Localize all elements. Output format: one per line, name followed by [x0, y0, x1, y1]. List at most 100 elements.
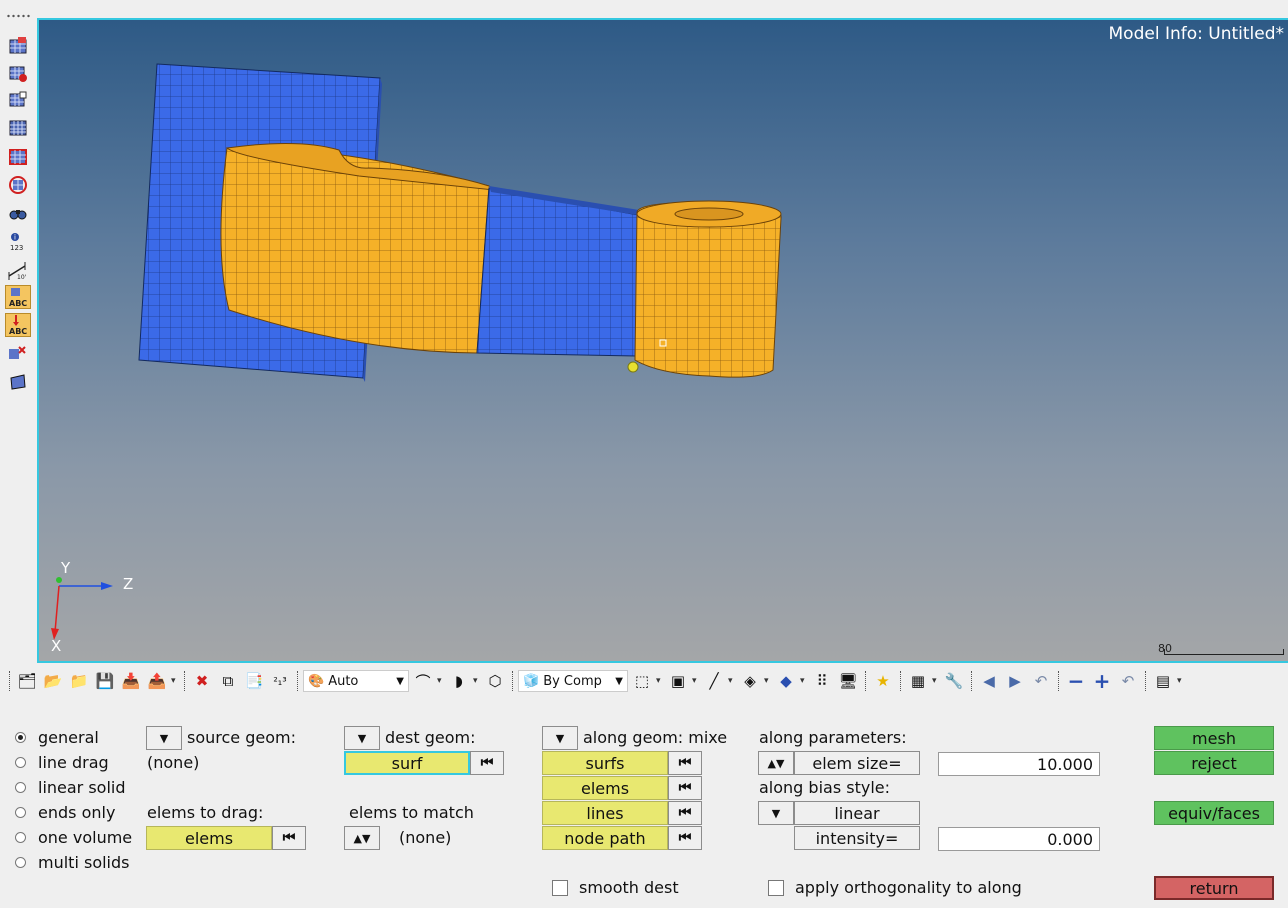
equiv-faces-button[interactable]: equiv/faces — [1154, 801, 1274, 825]
chevron-down-icon[interactable]: ▾ — [171, 676, 179, 686]
chevron-down-icon[interactable]: ▾ — [764, 676, 772, 686]
measure-distance-icon[interactable]: 10' — [5, 258, 31, 282]
bias-style-dropdown[interactable]: ▼ — [758, 801, 794, 825]
radio-line-drag[interactable] — [15, 757, 26, 768]
reset-along-lines-icon[interactable]: ⏮ — [668, 801, 702, 825]
chevron-down-icon[interactable]: ▾ — [473, 676, 481, 686]
along-elems-button[interactable]: elems — [542, 776, 668, 800]
reset-node-path-icon[interactable]: ⏮ — [668, 826, 702, 850]
chevron-down-icon[interactable]: ▾ — [692, 676, 700, 686]
layer-icon[interactable]: ◆ — [774, 669, 798, 693]
mesh-edges-icon[interactable] — [5, 145, 31, 169]
dest-surf-button[interactable]: surf — [344, 751, 470, 775]
elem-size-toggle[interactable]: ▲▼ — [758, 751, 794, 775]
minus-icon[interactable]: − — [1064, 669, 1088, 693]
export-icon[interactable]: 📥 — [119, 669, 143, 693]
elem-size-button[interactable]: elem size= — [794, 751, 920, 775]
chevron-down-icon[interactable]: ▾ — [437, 676, 445, 686]
radio-one-volume[interactable] — [15, 832, 26, 843]
chevron-down-icon[interactable]: ▾ — [932, 676, 940, 686]
along-geom-label: along geom: mixe — [583, 728, 728, 747]
copy-icon[interactable]: ⧉ — [216, 669, 240, 693]
star-icon[interactable]: ★ — [871, 669, 895, 693]
organize-icon[interactable]: 📑 — [242, 669, 266, 693]
elems-to-drag-button[interactable]: elems — [146, 826, 272, 850]
grid-icon[interactable]: ⠿ — [810, 669, 834, 693]
along-surfs-button[interactable]: surfs — [542, 751, 668, 775]
window-icon[interactable]: ▦ — [906, 669, 930, 693]
radio-linear-solid[interactable] — [15, 782, 26, 793]
chevron-down-icon[interactable]: ▾ — [1177, 676, 1185, 686]
radio-label: general — [38, 728, 99, 747]
reset-along-elems-icon[interactable]: ⏮ — [668, 776, 702, 800]
chevron-down-icon[interactable]: ▾ — [728, 676, 736, 686]
radio-ends-only[interactable] — [15, 807, 26, 818]
toolbar-grip[interactable] — [6, 14, 30, 18]
delete-icon[interactable]: ✖ — [190, 669, 214, 693]
arrow-right-icon[interactable]: ▶ — [1003, 669, 1027, 693]
plane-icon[interactable]: ◈ — [738, 669, 762, 693]
source-geom-dropdown[interactable]: ▼ — [146, 726, 182, 750]
chevron-down-icon[interactable]: ▾ — [656, 676, 664, 686]
toolbar-grip[interactable] — [9, 671, 10, 691]
curve-icon[interactable]: ⌒ — [411, 669, 435, 693]
elem-size-field[interactable]: 10.000 — [938, 752, 1100, 776]
import-icon[interactable]: 📂 — [41, 669, 65, 693]
toolbar-separator — [865, 671, 866, 691]
page-layout-icon[interactable]: ▤ — [1151, 669, 1175, 693]
line-icon[interactable]: ╱ — [702, 669, 726, 693]
along-node-path-button[interactable]: node path — [542, 826, 668, 850]
apply-orthogonality-checkbox[interactable] — [768, 880, 784, 896]
vis-mode-dropdown[interactable]: 🎨 Auto ▼ — [303, 670, 409, 692]
wireframe-cube-icon[interactable]: ⬚ — [630, 669, 654, 693]
chevron-down-icon[interactable]: ▾ — [800, 676, 808, 686]
redo-icon[interactable]: ↶ — [1116, 669, 1140, 693]
solid-cube-icon[interactable]: ⬡ — [483, 669, 507, 693]
mesh-red-icon[interactable] — [5, 61, 31, 85]
intensity-field[interactable]: 0.000 — [938, 827, 1100, 851]
mesh-shaded-icon[interactable] — [5, 88, 31, 112]
reset-dest-geom-icon[interactable]: ⏮ — [470, 751, 504, 775]
reset-along-surfs-icon[interactable]: ⏮ — [668, 751, 702, 775]
monitor-icon[interactable]: 🖥 — [836, 669, 860, 693]
dest-geom-dropdown[interactable]: ▼ — [344, 726, 380, 750]
arrow-left-icon[interactable]: ◀ — [977, 669, 1001, 693]
save-folder-icon[interactable]: 💾 — [93, 669, 117, 693]
elems-to-match-toggle[interactable]: ▲▼ — [344, 826, 380, 850]
label-abc-icon[interactable]: ABC — [5, 285, 31, 309]
open-model-icon[interactable]: 🗂 — [15, 669, 39, 693]
surface-icon[interactable] — [5, 370, 31, 394]
along-geom-dropdown[interactable]: ▼ — [542, 726, 578, 750]
open-folder-icon[interactable]: 📁 — [67, 669, 91, 693]
source-geom-value: (none) — [147, 753, 200, 772]
renumber-icon[interactable]: ²₁³ — [268, 669, 292, 693]
radio-multi-solids[interactable] — [15, 857, 26, 868]
target-mesh-icon[interactable] — [5, 173, 31, 197]
svg-text:10': 10' — [17, 274, 27, 280]
label-abc-red-icon[interactable]: ABC — [5, 313, 31, 337]
wrench-icon[interactable]: 🔧 — [942, 669, 966, 693]
transform-icon[interactable] — [5, 341, 31, 365]
reject-button[interactable]: reject — [1154, 751, 1274, 775]
mesh-model[interactable]: Y Z X — [39, 20, 1288, 663]
numbers-info-icon[interactable]: i 123 — [5, 229, 31, 253]
mesh-button[interactable]: mesh — [1154, 726, 1274, 750]
return-button[interactable]: return — [1154, 876, 1274, 900]
reset-elems-to-drag-icon[interactable]: ⏮ — [272, 826, 306, 850]
radio-label: line drag — [38, 753, 109, 772]
shaded-cube-icon[interactable]: ▣ — [666, 669, 690, 693]
mesh-view-icon[interactable] — [5, 34, 31, 58]
color-mode-dropdown[interactable]: 🧊 By Comp ▼ — [518, 670, 628, 692]
intensity-button[interactable]: intensity= — [794, 826, 920, 850]
binoculars-icon[interactable] — [5, 201, 31, 225]
radio-general[interactable] — [15, 732, 26, 743]
graphics-viewport[interactable]: Model Info: Untitled* Y Z X 80 — [37, 18, 1288, 663]
export-options-icon[interactable]: 📤 — [145, 669, 169, 693]
plus-icon[interactable]: + — [1090, 669, 1114, 693]
mesh-wire-icon[interactable] — [5, 116, 31, 140]
bias-style-button[interactable]: linear — [794, 801, 920, 825]
smooth-dest-checkbox[interactable] — [552, 880, 568, 896]
surface-shape-icon[interactable]: ◗ — [447, 669, 471, 693]
undo-icon[interactable]: ↶ — [1029, 669, 1053, 693]
along-lines-button[interactable]: lines — [542, 801, 668, 825]
